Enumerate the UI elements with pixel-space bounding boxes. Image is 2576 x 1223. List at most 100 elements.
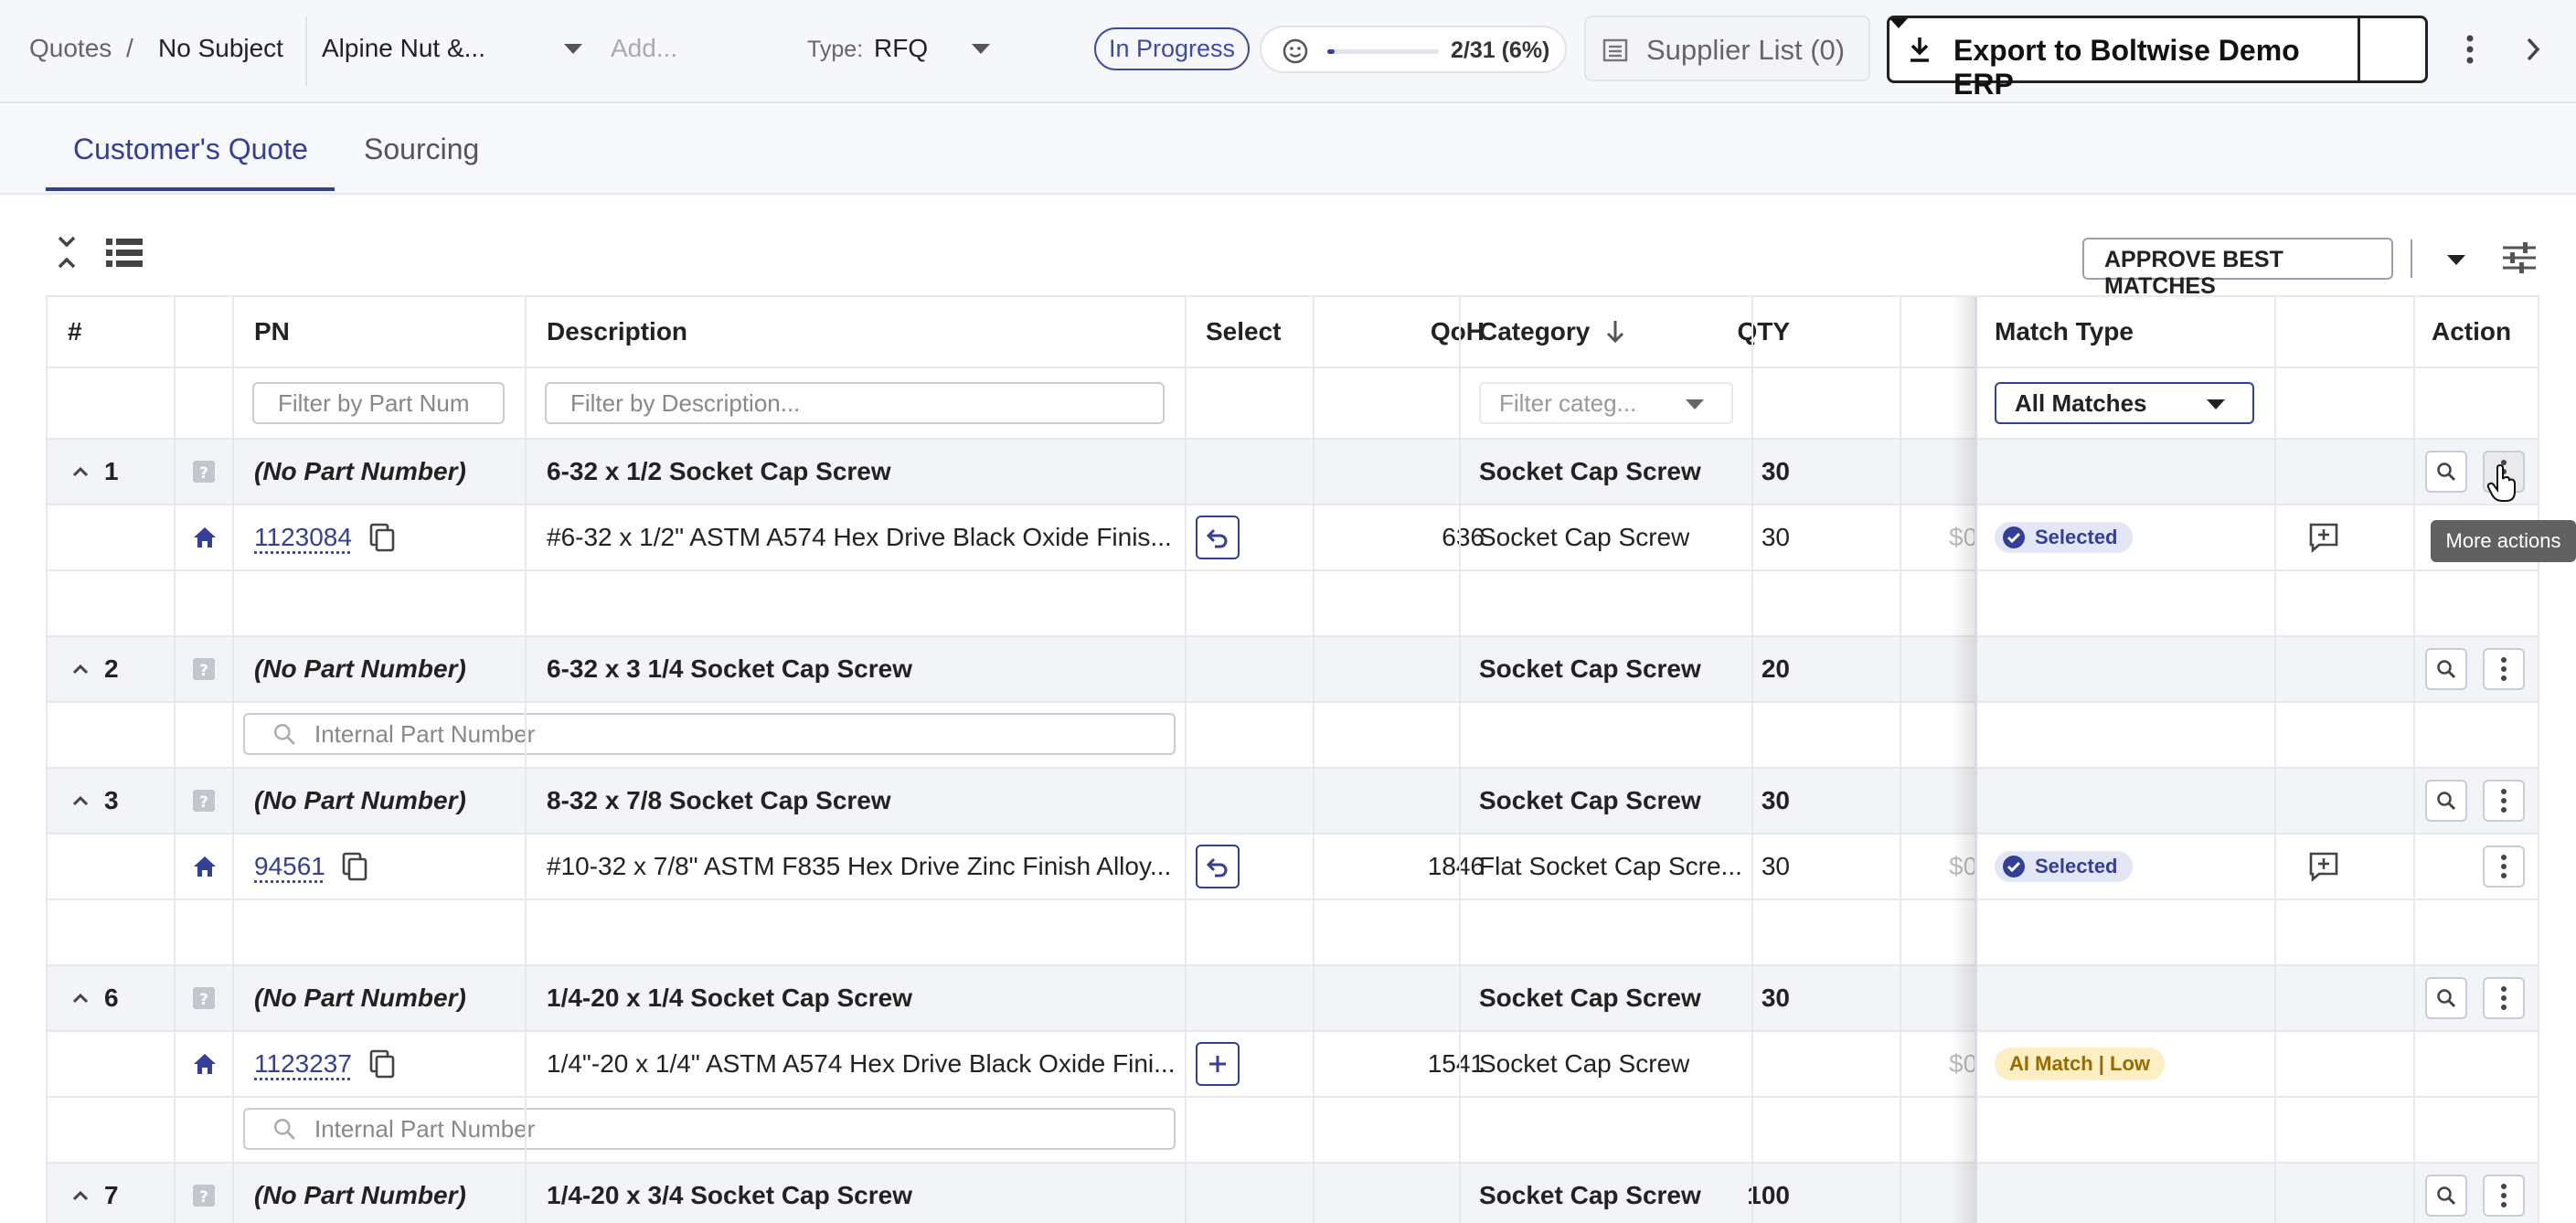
- pn-filter-input[interactable]: Filter by Part Num: [252, 382, 505, 424]
- undo-button[interactable]: [1196, 505, 1240, 569]
- col-description-header[interactable]: Description: [547, 297, 687, 367]
- part-number-link[interactable]: 94561: [254, 835, 325, 899]
- category-header-label: Category: [1479, 317, 1591, 346]
- approve-best-matches-button[interactable]: APPROVE BEST MATCHES: [2104, 247, 2391, 300]
- customer-select[interactable]: Alpine Nut &...: [322, 34, 485, 63]
- category-filter-select[interactable]: Filter categ...: [1479, 382, 1733, 424]
- search-button[interactable]: [2425, 1164, 2467, 1223]
- copy-icon[interactable]: [369, 505, 395, 569]
- more-vert-icon: [2501, 855, 2507, 878]
- pinned-column-shadow: [1951, 297, 1975, 1223]
- row-description: 1/4-20 x 1/4 Socket Cap Screw: [547, 984, 912, 1012]
- progress-indicator: 2/31 (6%): [1260, 26, 1567, 73]
- approve-dropdown-icon[interactable]: [2447, 255, 2465, 265]
- col-pn-header[interactable]: PN: [254, 297, 290, 367]
- col-qty-header[interactable]: QTY: [1602, 297, 1790, 367]
- category-filter-placeholder: Filter categ...: [1499, 388, 1637, 417]
- search-button[interactable]: [2425, 440, 2467, 504]
- divider: [2358, 18, 2360, 80]
- internal-part-number-placeholder: Internal Part Number: [314, 719, 536, 748]
- supplier-list-button[interactable]: Supplier List (0): [1584, 16, 1870, 81]
- column-divider: [1185, 297, 1187, 1223]
- match-qty: 30: [1761, 852, 1790, 880]
- tab-sourcing[interactable]: Sourcing: [364, 133, 479, 166]
- add-input[interactable]: Add...: [611, 34, 677, 63]
- divider: [305, 16, 307, 86]
- spacer-row: [48, 571, 2538, 637]
- add-match-button[interactable]: [1196, 1032, 1240, 1096]
- add-comment-icon[interactable]: [2308, 505, 2339, 569]
- col-action-header: Action: [2432, 317, 2512, 346]
- selected-badge: Selected: [1995, 835, 2133, 899]
- ai-match-badge: AI Match | Low: [1995, 1032, 2166, 1096]
- row-description: 6-32 x 3 1/4 Socket Cap Screw: [547, 654, 912, 683]
- type-dropdown-icon[interactable]: [972, 44, 990, 54]
- more-actions-button[interactable]: [2483, 637, 2525, 701]
- search-button[interactable]: [2425, 966, 2467, 1030]
- customer-dropdown-icon[interactable]: [564, 44, 582, 54]
- internal-pn-row: Internal Part Number: [48, 1098, 2538, 1164]
- part-number-link[interactable]: 1123084: [254, 505, 352, 569]
- row-pn: (No Part Number): [254, 786, 466, 814]
- export-button[interactable]: Export to Boltwise Demo ERP: [1889, 18, 2358, 101]
- hand-cursor-icon: [2486, 464, 2516, 502]
- row-number: 3: [104, 786, 119, 814]
- tab-customers-quote[interactable]: Customer's Quote: [73, 133, 308, 166]
- table-row[interactable]: 1123084 #6-32 x 1/2" ASTM A574 Hex Drive…: [48, 505, 2538, 571]
- row-collapse-icon[interactable]: [71, 1164, 90, 1223]
- more-actions-button[interactable]: [2483, 966, 2525, 1030]
- table-row[interactable]: 1 ? (No Part Number) 6-32 x 1/2 Socket C…: [48, 440, 2538, 505]
- part-number-link[interactable]: 1123237: [254, 1032, 352, 1096]
- row-qty: 30: [1761, 984, 1790, 1012]
- table-header-row: # PN Description Select QoH Category QTY…: [48, 297, 2538, 368]
- row-collapse-icon[interactable]: [71, 440, 90, 504]
- category-filter-dropdown-icon[interactable]: [1686, 399, 1704, 409]
- copy-icon[interactable]: [369, 1032, 395, 1096]
- table-row[interactable]: 1123237 1/4"-20 x 1/4" ASTM A574 Hex Dri…: [48, 1032, 2538, 1098]
- row-pn: (No Part Number): [254, 984, 466, 1012]
- top-bar: Quotes / No Subject Alpine Nut &... Add.…: [0, 0, 2576, 103]
- match-description: #6-32 x 1/2" ASTM A574 Hex Drive Black O…: [547, 523, 1172, 551]
- internal-part-number-input[interactable]: Internal Part Number: [243, 1108, 1176, 1150]
- more-vert-icon[interactable]: [2459, 33, 2481, 66]
- type-select[interactable]: RFQ: [874, 34, 928, 63]
- check-circle-icon: [2003, 526, 2025, 548]
- column-divider: [2274, 297, 2276, 1223]
- row-collapse-icon[interactable]: [71, 966, 90, 1030]
- more-actions-button[interactable]: [2483, 835, 2525, 899]
- status-badge[interactable]: In Progress: [1094, 27, 1251, 70]
- col-match-type-header[interactable]: Match Type: [1995, 297, 2134, 367]
- table-row[interactable]: 7 ? (No Part Number) 1/4-20 x 3/4 Socket…: [48, 1164, 2538, 1223]
- help-icon: ?: [192, 966, 216, 1030]
- row-number: 1: [104, 457, 119, 485]
- undo-button[interactable]: [1196, 835, 1240, 899]
- breadcrumb-current: No Subject: [158, 34, 283, 62]
- search-button[interactable]: [2425, 637, 2467, 701]
- chevron-right-icon[interactable]: [2523, 35, 2543, 64]
- table-row[interactable]: 2 ? (No Part Number) 6-32 x 3 1/4 Socket…: [48, 637, 2538, 703]
- row-collapse-icon[interactable]: [71, 769, 90, 833]
- tune-icon[interactable]: [2503, 242, 2536, 273]
- table-row[interactable]: 3 ? (No Part Number) 8-32 x 7/8 Socket C…: [48, 769, 2538, 835]
- add-comment-icon[interactable]: [2308, 835, 2339, 899]
- svg-text:?: ?: [199, 991, 208, 1009]
- collapse-all-icon[interactable]: [55, 234, 79, 271]
- description-filter-input[interactable]: Filter by Description...: [545, 382, 1165, 424]
- svg-text:?: ?: [199, 662, 208, 680]
- row-collapse-icon[interactable]: [71, 637, 90, 701]
- breadcrumb-quotes-link[interactable]: Quotes: [29, 34, 112, 63]
- more-actions-button[interactable]: [2483, 1164, 2525, 1223]
- column-divider: [1900, 297, 1901, 1223]
- copy-icon[interactable]: [342, 835, 367, 899]
- table-row[interactable]: 6 ? (No Part Number) 1/4-20 x 1/4 Socket…: [48, 966, 2538, 1032]
- more-actions-button[interactable]: [2483, 769, 2525, 833]
- internal-part-number-input[interactable]: Internal Part Number: [243, 713, 1176, 755]
- more-vert-icon: [2501, 657, 2507, 681]
- column-divider: [174, 297, 176, 1223]
- search-button[interactable]: [2425, 769, 2467, 833]
- match-type-dropdown-icon[interactable]: [2207, 399, 2225, 409]
- table-row[interactable]: 94561 #10-32 x 7/8" ASTM F835 Hex Drive …: [48, 835, 2538, 900]
- match-type-filter-select[interactable]: All Matches: [1995, 382, 2254, 424]
- list-view-icon[interactable]: [106, 239, 143, 268]
- more-vert-icon: [2501, 789, 2507, 813]
